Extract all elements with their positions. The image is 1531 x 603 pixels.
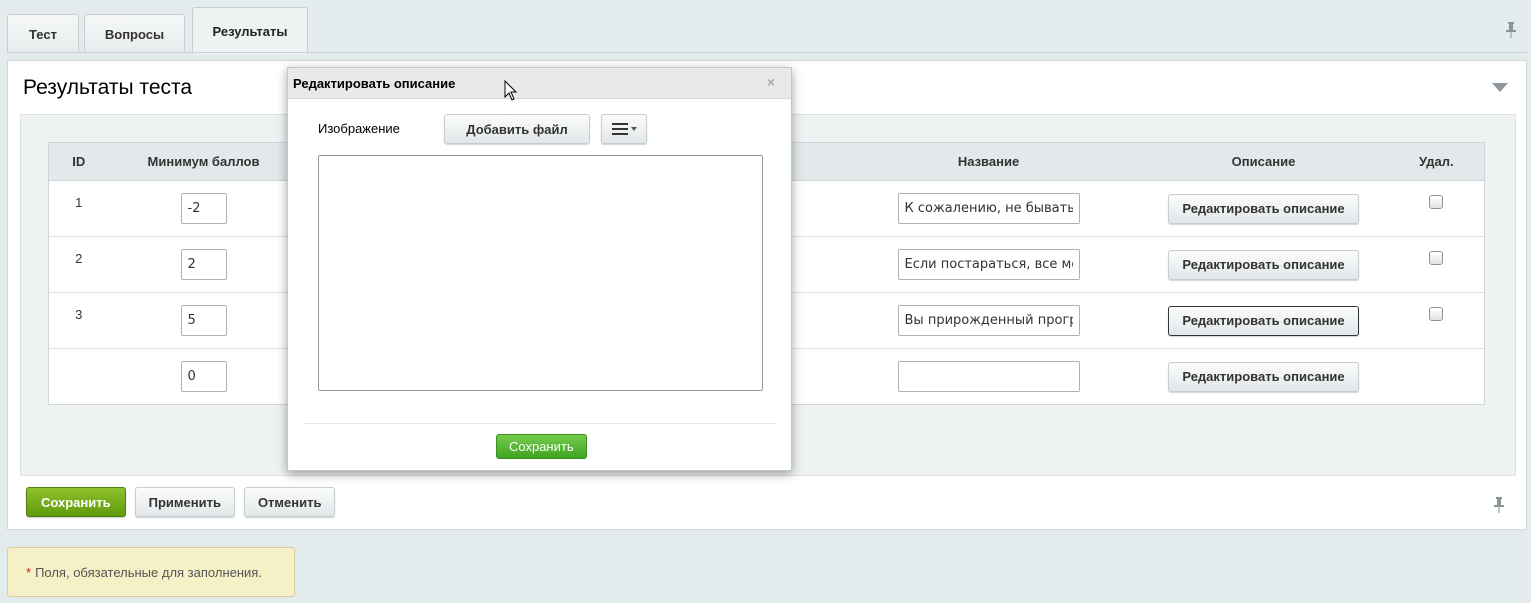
tab-questions[interactable]: Вопросы bbox=[84, 14, 185, 53]
mouse-cursor-icon bbox=[504, 80, 518, 101]
collapse-icon[interactable] bbox=[1492, 83, 1508, 92]
apply-button[interactable]: Применить bbox=[134, 487, 235, 517]
form-actions: Сохранить Применить Отменить bbox=[26, 487, 336, 517]
delete-checkbox[interactable] bbox=[1429, 251, 1444, 265]
edit-description-button[interactable]: Редактировать описание bbox=[1168, 249, 1359, 280]
header-description: Описание bbox=[1138, 142, 1389, 181]
row-id: 2 bbox=[48, 236, 109, 293]
dialog-header[interactable]: Редактировать описание × bbox=[288, 68, 791, 99]
min-score-input[interactable] bbox=[180, 249, 227, 280]
pin-icon[interactable] bbox=[1505, 22, 1517, 41]
note-text: Поля, обязательные для заполнения. bbox=[35, 564, 262, 580]
name-input[interactable] bbox=[897, 249, 1080, 280]
dialog-save-button[interactable]: Сохранить bbox=[496, 434, 587, 459]
menu-icon bbox=[611, 123, 628, 135]
required-star: * bbox=[26, 564, 32, 580]
min-score-input[interactable] bbox=[180, 193, 227, 224]
image-label: Изображение bbox=[318, 121, 400, 136]
edit-description-button[interactable]: Редактировать описание bbox=[1168, 193, 1359, 224]
min-score-input[interactable] bbox=[180, 361, 227, 392]
chevron-down-icon bbox=[630, 127, 637, 131]
required-fields-note: * Поля, обязательные для заполнения. bbox=[7, 547, 295, 597]
header-delete: Удал. bbox=[1388, 142, 1485, 181]
tab-results[interactable]: Результаты bbox=[192, 7, 308, 54]
edit-description-button[interactable]: Редактировать описание bbox=[1168, 361, 1359, 392]
save-button[interactable]: Сохранить bbox=[26, 487, 126, 517]
row-id: 3 bbox=[48, 292, 109, 349]
min-score-input[interactable] bbox=[180, 305, 227, 336]
add-file-button[interactable]: Добавить файл bbox=[444, 114, 590, 144]
close-icon[interactable]: × bbox=[767, 74, 775, 90]
tabs-divider bbox=[7, 52, 1527, 53]
delete-checkbox[interactable] bbox=[1429, 307, 1444, 321]
header-min-score: Минимум баллов bbox=[108, 142, 299, 181]
row-id bbox=[49, 349, 109, 405]
edit-description-button[interactable]: Редактировать описание bbox=[1168, 305, 1359, 336]
name-input[interactable] bbox=[897, 193, 1080, 224]
edit-description-dialog: Редактировать описание × Изображение Доб… bbox=[287, 67, 792, 471]
cancel-button[interactable]: Отменить bbox=[243, 487, 336, 517]
header-name: Название bbox=[838, 142, 1139, 181]
row-id: 1 bbox=[48, 180, 109, 237]
dialog-title: Редактировать описание bbox=[293, 75, 456, 91]
header-id: ID bbox=[48, 142, 109, 181]
menu-button[interactable] bbox=[601, 114, 647, 144]
delete-checkbox[interactable] bbox=[1429, 195, 1444, 209]
description-textarea[interactable] bbox=[318, 155, 763, 391]
tab-bar: Тест Вопросы Результаты bbox=[7, 7, 1527, 54]
dialog-divider bbox=[303, 423, 776, 424]
pin-icon[interactable] bbox=[1493, 497, 1505, 516]
name-input[interactable] bbox=[897, 361, 1080, 392]
page-title: Результаты теста bbox=[23, 76, 193, 99]
tab-test[interactable]: Тест bbox=[7, 14, 79, 53]
name-input[interactable] bbox=[897, 305, 1080, 336]
